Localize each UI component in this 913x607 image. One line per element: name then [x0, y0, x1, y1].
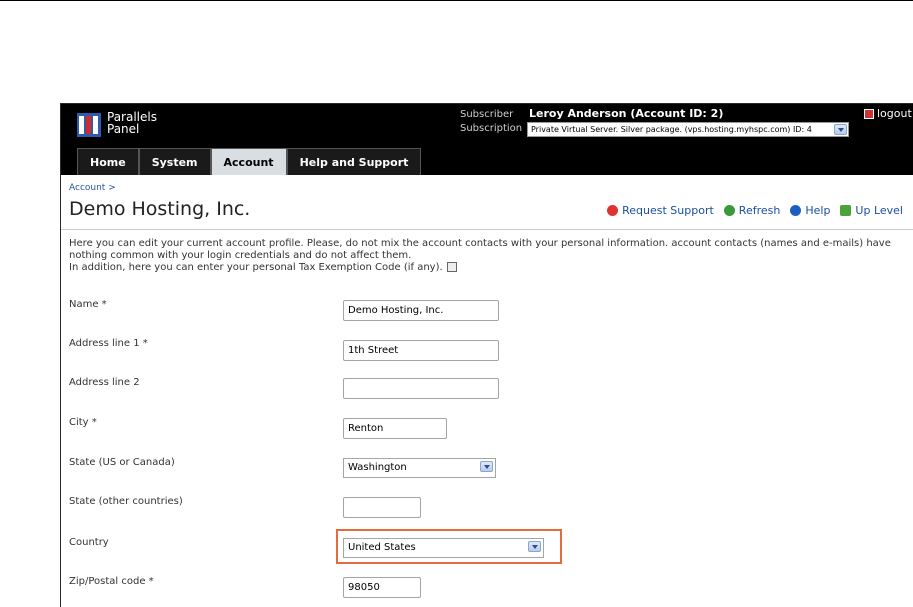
top-rule: [0, 0, 913, 1]
breadcrumb[interactable]: Account >: [69, 183, 116, 193]
intro-line3-wrap: In addition, here you can enter your per…: [69, 262, 909, 274]
request-support-label: Request Support: [622, 204, 714, 217]
subscription-select[interactable]: Private Virtual Server. Silver package. …: [527, 122, 849, 137]
subscription-labels: Subscriber Subscription: [460, 108, 522, 136]
address-line2-field[interactable]: [343, 378, 499, 399]
city-label: City *: [69, 417, 97, 428]
chevron-down-icon: [834, 124, 847, 135]
name-field[interactable]: Demo Hosting, Inc.: [343, 300, 499, 321]
parallels-logo-icon: [77, 113, 101, 137]
request-support-link[interactable]: Request Support: [607, 204, 714, 217]
country-select[interactable]: United States: [343, 538, 544, 558]
refresh-link[interactable]: Refresh: [723, 204, 781, 217]
chevron-down-icon: [528, 541, 541, 552]
subscription-label: Subscription: [460, 123, 523, 134]
intro-text: Here you can edit your current account p…: [69, 238, 909, 274]
page-actions: Request Support Refresh Help Up Level: [607, 204, 903, 217]
city-field[interactable]: Renton: [343, 418, 447, 439]
help-label: Help: [805, 204, 831, 217]
logo-line2: Panel: [107, 122, 140, 136]
up-level-label: Up Level: [855, 204, 903, 217]
logout-label: logout: [877, 107, 912, 120]
subscriber-name: Leroy Anderson (Account ID: 2): [529, 107, 724, 120]
refresh-icon: [723, 205, 735, 216]
address-line1-label: Address line 1 *: [69, 338, 148, 349]
up-level-link[interactable]: Up Level: [840, 204, 903, 217]
state-other-field[interactable]: [343, 497, 421, 518]
logout-link[interactable]: logout: [864, 107, 912, 120]
main-tabs: Home System Account Help and Support: [77, 148, 422, 175]
parallels-logo[interactable]: Parallels Panel: [77, 111, 227, 141]
country-value: United States: [348, 542, 416, 553]
panel-window: Parallels Panel Subscriber Subscription …: [60, 103, 913, 607]
help-icon: [790, 205, 802, 216]
state-other-label: State (other countries): [69, 496, 183, 507]
country-label: Country: [69, 537, 109, 548]
logout-icon: [864, 109, 874, 119]
title-divider: [61, 229, 913, 230]
subscriber-label: Subscriber: [460, 109, 514, 120]
name-label: Name *: [69, 299, 107, 310]
subscription-select-value: Private Virtual Server. Silver package. …: [531, 125, 812, 134]
tab-account[interactable]: Account: [210, 148, 287, 175]
page-title: Demo Hosting, Inc.: [69, 198, 251, 220]
up-level-icon: [840, 205, 852, 216]
chevron-down-icon: [480, 461, 493, 472]
state-us-value: Washington: [348, 462, 407, 473]
state-us-label: State (US or Canada): [69, 457, 175, 468]
zip-label: Zip/Postal code *: [69, 576, 154, 587]
refresh-label: Refresh: [738, 204, 781, 217]
intro-line1: Here you can edit your current account p…: [69, 238, 891, 249]
address-line1-field[interactable]: 1th Street: [343, 340, 499, 361]
tax-code-icon[interactable]: [446, 262, 457, 272]
tab-home[interactable]: Home: [77, 148, 139, 175]
help-link[interactable]: Help: [790, 204, 830, 217]
address-line2-label: Address line 2: [69, 377, 140, 388]
state-us-select[interactable]: Washington: [343, 458, 496, 478]
intro-line2: nothing common with your login credentia…: [69, 250, 412, 261]
lifebuoy-icon: [607, 205, 619, 216]
zip-field[interactable]: 98050: [343, 577, 421, 598]
tab-system[interactable]: System: [138, 148, 211, 175]
header-bar: Parallels Panel Subscriber Subscription …: [61, 104, 913, 175]
tab-help-and-support[interactable]: Help and Support: [286, 148, 422, 175]
intro-line3: In addition, here you can enter your per…: [69, 262, 443, 273]
